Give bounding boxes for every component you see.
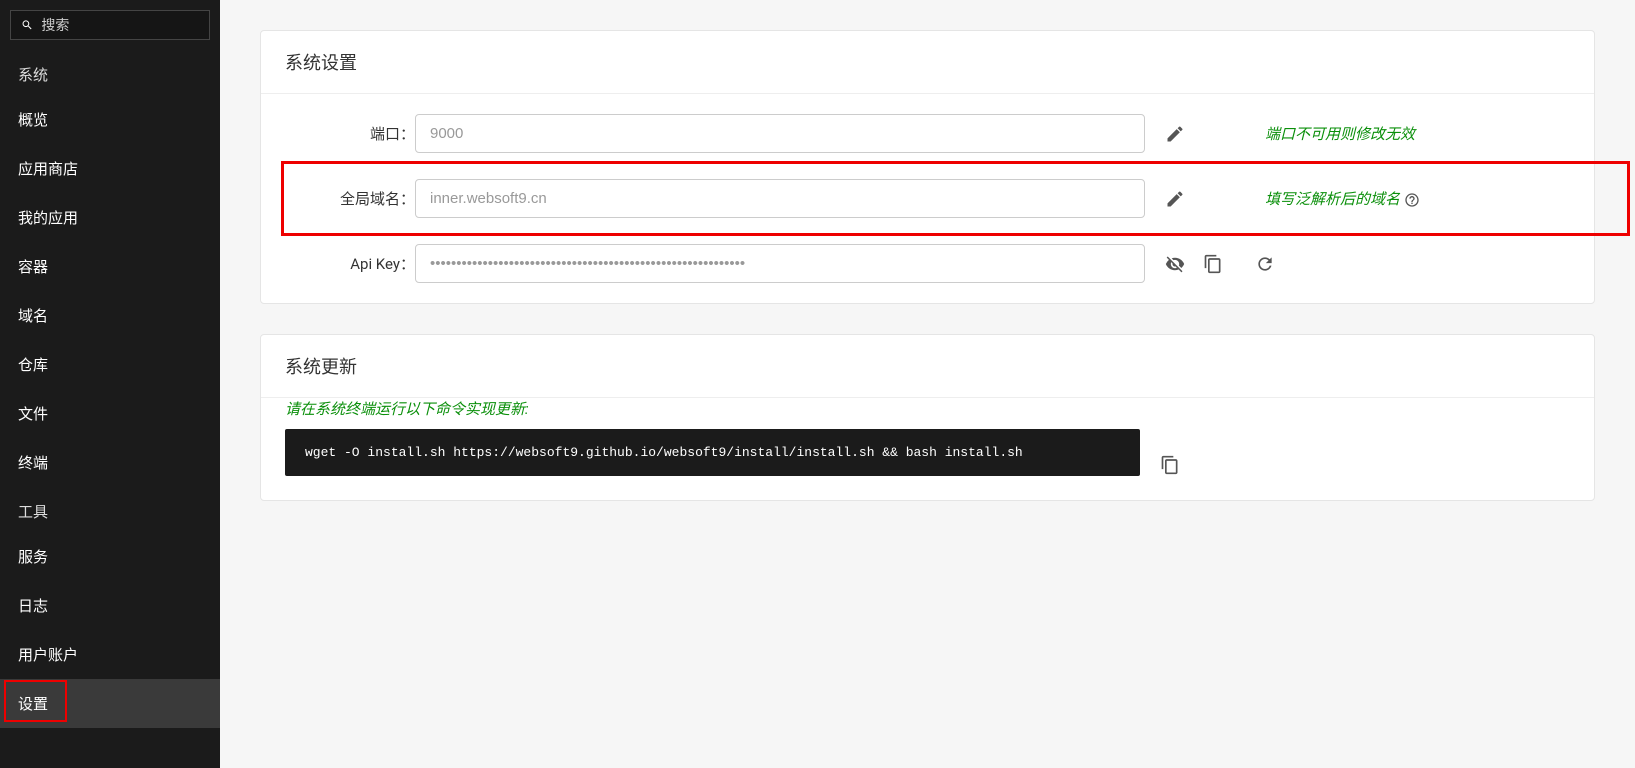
form-row-1: 全局域名： 填写泛解析后的域名 [285, 179, 1570, 218]
form-input-1[interactable] [415, 179, 1145, 218]
nav-item-仓库[interactable]: 仓库 [0, 340, 220, 389]
help-icon[interactable] [1404, 192, 1420, 208]
settings-title: 系统设置 [261, 31, 1594, 94]
copy-icon[interactable] [1160, 455, 1180, 475]
edit-icon[interactable] [1165, 189, 1185, 209]
icon-group [1145, 189, 1185, 209]
eye-off-icon[interactable] [1165, 254, 1185, 274]
nav-section-header: 系统 [0, 50, 220, 95]
hint-text: 端口不可用则修改无效 [1265, 123, 1415, 144]
form-row-0: 端口： 端口不可用则修改无效 [285, 114, 1570, 153]
search-input[interactable] [41, 17, 199, 33]
refresh-icon[interactable] [1255, 254, 1275, 274]
nav-item-容器[interactable]: 容器 [0, 242, 220, 291]
update-command: wget -O install.sh https://websoft9.gith… [285, 429, 1140, 476]
nav-item-终端[interactable]: 终端 [0, 438, 220, 487]
form-input-0[interactable] [415, 114, 1145, 153]
nav-section-header: 工具 [0, 487, 220, 532]
edit-icon[interactable] [1165, 124, 1185, 144]
form-label: 全局域名： [285, 188, 415, 209]
update-title: 系统更新 [261, 335, 1594, 398]
form-label: Api Key： [285, 253, 415, 274]
search-box[interactable] [10, 10, 210, 40]
form-label: 端口： [285, 123, 415, 144]
nav-item-用户账户[interactable]: 用户账户 [0, 630, 220, 679]
icon-group [1145, 254, 1275, 274]
copy-icon[interactable] [1203, 254, 1223, 274]
hint-text: 填写泛解析后的域名 [1265, 188, 1420, 209]
nav-item-域名[interactable]: 域名 [0, 291, 220, 340]
nav-item-服务[interactable]: 服务 [0, 532, 220, 581]
sidebar: 系统概览应用商店我的应用容器域名仓库文件终端工具服务日志用户账户设置 [0, 0, 220, 768]
update-card: 系统更新 请在系统终端运行以下命令实现更新: wget -O install.s… [260, 334, 1595, 501]
icon-group [1145, 124, 1185, 144]
nav-item-应用商店[interactable]: 应用商店 [0, 144, 220, 193]
search-icon [21, 18, 33, 32]
highlight-annotation-settings [4, 680, 67, 722]
main-content: 系统设置 端口： 端口不可用则修改无效全局域名： 填写泛解析后的域名 Api Key：… [220, 0, 1635, 768]
settings-card: 系统设置 端口： 端口不可用则修改无效全局域名： 填写泛解析后的域名 Api Key： [260, 30, 1595, 304]
nav-item-文件[interactable]: 文件 [0, 389, 220, 438]
form-row-2: Api Key： [285, 244, 1570, 283]
form-input-2[interactable] [415, 244, 1145, 283]
nav-item-概览[interactable]: 概览 [0, 95, 220, 144]
nav-item-我的应用[interactable]: 我的应用 [0, 193, 220, 242]
nav-item-日志[interactable]: 日志 [0, 581, 220, 630]
nav: 系统概览应用商店我的应用容器域名仓库文件终端工具服务日志用户账户设置 [0, 50, 220, 728]
update-message: 请在系统终端运行以下命令实现更新: [261, 398, 1594, 429]
